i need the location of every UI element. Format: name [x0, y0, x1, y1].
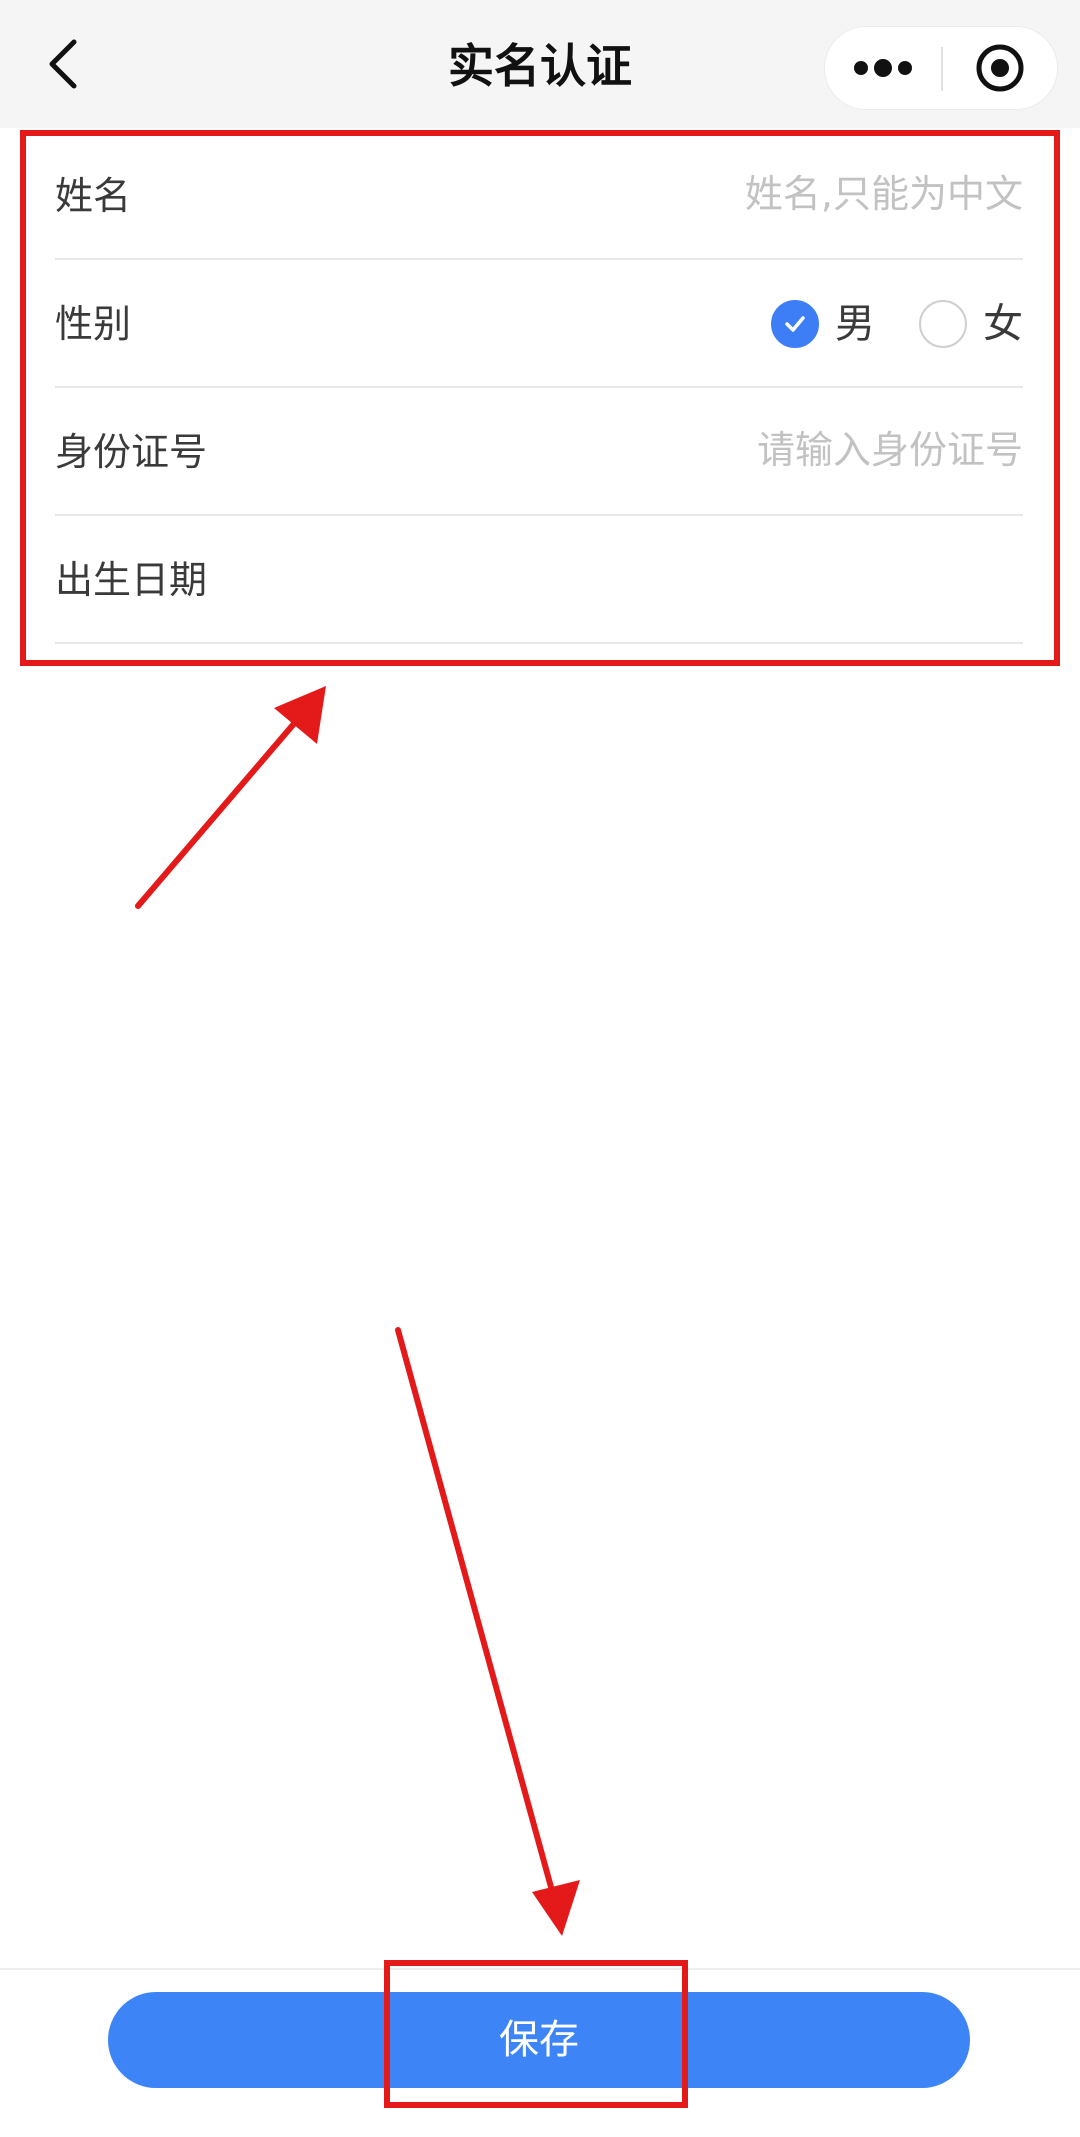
gender-option-male[interactable]: 男 [771, 294, 875, 354]
gender-label: 性别 [55, 302, 132, 346]
navigation-bar: 实名认证 [0, 0, 1080, 128]
checkmark-icon [785, 316, 805, 332]
birth-date-picker[interactable] [523, 546, 1023, 610]
id-number-label: 身份证号 [55, 430, 208, 474]
save-button[interactable]: 保存 [108, 1992, 970, 2088]
name-label: 姓名 [55, 174, 132, 218]
name-row: 姓名 [55, 132, 1023, 260]
id-number-input[interactable] [503, 418, 1023, 482]
radio-unchecked-icon [919, 300, 967, 348]
more-dots-icon [854, 59, 912, 77]
more-button[interactable] [825, 27, 941, 109]
birth-date-label: 出生日期 [55, 558, 208, 602]
gender-option-female-label: 女 [983, 301, 1023, 347]
real-name-form: 姓名 性别 男 女 身份证号 出生日期 [55, 132, 1023, 644]
annotation-arrow-to-save [395, 1327, 580, 1936]
mini-program-capsule [824, 26, 1058, 110]
gender-row: 性别 男 女 [55, 260, 1023, 388]
radio-checked-icon [771, 300, 819, 348]
target-circle-icon [976, 44, 1024, 92]
gender-option-male-label: 男 [835, 301, 875, 347]
close-mini-program-button[interactable] [943, 27, 1057, 109]
gender-option-female[interactable]: 女 [919, 294, 1023, 354]
annotation-arrow-to-form [135, 686, 326, 909]
name-input[interactable] [503, 162, 1023, 226]
gender-radio-group: 男 女 [727, 292, 1023, 356]
id-number-row: 身份证号 [55, 388, 1023, 516]
birth-date-row: 出生日期 [55, 516, 1023, 644]
